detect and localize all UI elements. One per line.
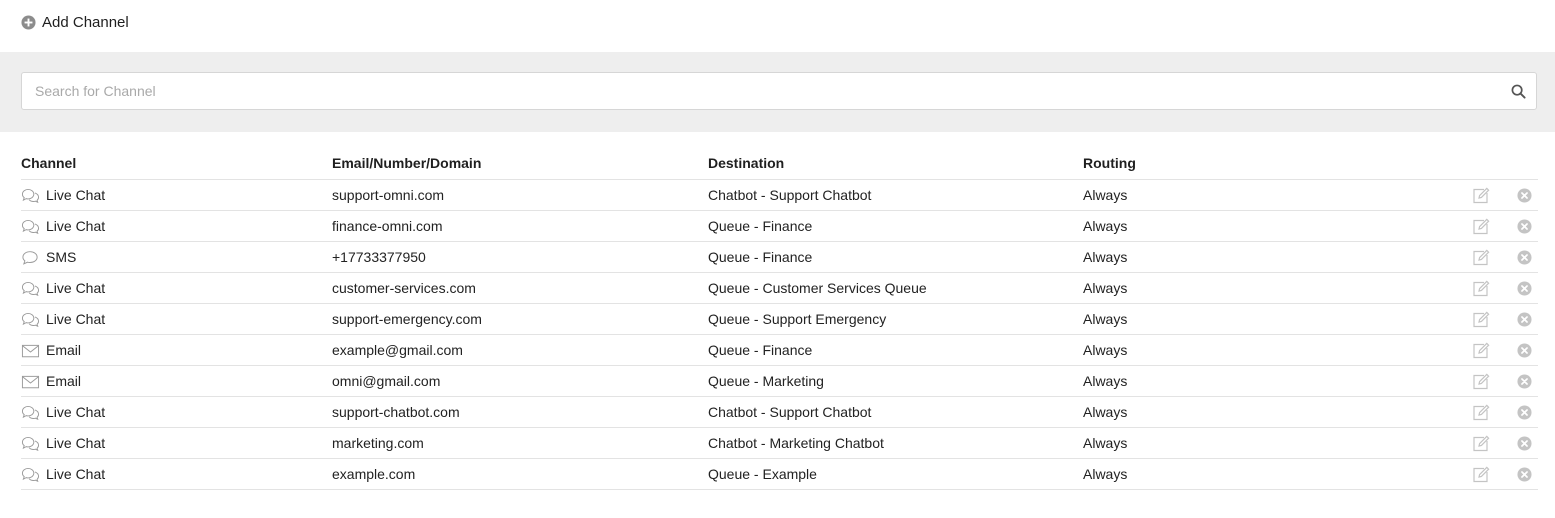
cell-destination: Queue - Support Emergency bbox=[708, 311, 887, 327]
cell-destination: Chatbot - Support Chatbot bbox=[708, 187, 872, 203]
delete-icon[interactable] bbox=[1517, 250, 1532, 265]
cell-contact: marketing.com bbox=[332, 435, 424, 451]
table-row: Email example@gmail.com Queue - Finance Alw… bbox=[21, 335, 1538, 366]
table-body: Live Chat support-omni.com Chatbot - Suppo… bbox=[21, 180, 1538, 490]
cell-destination: Queue - Marketing bbox=[708, 373, 824, 389]
cell-destination: Queue - Finance bbox=[708, 342, 813, 358]
cell-routing: Always bbox=[1083, 280, 1128, 296]
edit-icon[interactable] bbox=[1472, 218, 1490, 235]
envelope-icon bbox=[21, 343, 40, 359]
chat-bubbles-icon bbox=[21, 312, 40, 328]
cell-destination: Queue - Example bbox=[708, 466, 817, 482]
cell-routing: Always bbox=[1083, 249, 1128, 265]
cell-channel: Live Chat bbox=[46, 187, 106, 203]
table-row: Live Chat example.com Queue - Example Alway… bbox=[21, 459, 1538, 490]
edit-icon[interactable] bbox=[1472, 435, 1490, 452]
search-box bbox=[21, 72, 1537, 110]
cell-channel: Email bbox=[46, 342, 82, 358]
cell-contact: customer-services.com bbox=[332, 280, 476, 296]
cell-contact: +17733377950 bbox=[332, 249, 426, 265]
plus-circle-icon bbox=[21, 14, 36, 30]
cell-routing: Always bbox=[1083, 435, 1128, 451]
edit-icon[interactable] bbox=[1472, 404, 1490, 421]
search-icon[interactable] bbox=[1511, 84, 1526, 99]
cell-contact: finance-omni.com bbox=[332, 218, 443, 234]
cell-routing: Always bbox=[1083, 404, 1128, 420]
header-channel: Channel bbox=[21, 155, 77, 171]
edit-icon[interactable] bbox=[1472, 466, 1490, 483]
cell-channel: Live Chat bbox=[46, 280, 106, 296]
table-row: Live Chat support-emergency.com Queue - Su… bbox=[21, 304, 1538, 335]
channels-table: Channel Email/Number/Domain Destination … bbox=[21, 148, 1538, 490]
add-channel-label: Add Channel bbox=[42, 13, 129, 31]
cell-contact: support-chatbot.com bbox=[332, 404, 460, 420]
cell-channel: SMS bbox=[46, 249, 77, 265]
chat-bubbles-icon bbox=[21, 188, 40, 204]
header-contact: Email/Number/Domain bbox=[332, 155, 482, 171]
cell-routing: Always bbox=[1083, 342, 1128, 358]
table-header: Channel Email/Number/Domain Destination … bbox=[21, 148, 1538, 180]
edit-icon[interactable] bbox=[1472, 187, 1490, 204]
cell-channel: Email bbox=[46, 373, 82, 389]
header-routing: Routing bbox=[1083, 155, 1136, 171]
chat-bubbles-icon bbox=[21, 219, 40, 235]
table-row: Live Chat support-omni.com Chatbot - Suppo… bbox=[21, 180, 1538, 211]
table-row: Email omni@gmail.com Queue - Marketing Alwa… bbox=[21, 366, 1538, 397]
delete-icon[interactable] bbox=[1517, 405, 1532, 420]
table-row: Live Chat finance-omni.com Queue - Finance… bbox=[21, 211, 1538, 242]
chat-bubbles-icon bbox=[21, 436, 40, 452]
delete-icon[interactable] bbox=[1517, 219, 1532, 234]
cell-contact: omni@gmail.com bbox=[332, 373, 441, 389]
delete-icon[interactable] bbox=[1517, 436, 1532, 451]
delete-icon[interactable] bbox=[1517, 467, 1532, 482]
cell-channel: Live Chat bbox=[46, 435, 106, 451]
cell-destination: Queue - Finance bbox=[708, 218, 813, 234]
envelope-icon bbox=[21, 374, 40, 390]
search-input[interactable] bbox=[22, 73, 1492, 109]
add-channel-button[interactable]: Add Channel bbox=[21, 12, 129, 32]
table-row: Live Chat support-chatbot.com Chatbot - Su… bbox=[21, 397, 1538, 428]
cell-destination: Chatbot - Support Chatbot bbox=[708, 404, 872, 420]
cell-routing: Always bbox=[1083, 187, 1128, 203]
cell-channel: Live Chat bbox=[46, 404, 106, 420]
header-destination: Destination bbox=[708, 155, 785, 171]
sms-bubble-icon bbox=[21, 250, 40, 266]
cell-routing: Always bbox=[1083, 311, 1128, 327]
chat-bubbles-icon bbox=[21, 405, 40, 421]
edit-icon[interactable] bbox=[1472, 373, 1490, 390]
delete-icon[interactable] bbox=[1517, 343, 1532, 358]
cell-channel: Live Chat bbox=[46, 218, 106, 234]
table-row: Live Chat marketing.com Chatbot - Marketin… bbox=[21, 428, 1538, 459]
cell-routing: Always bbox=[1083, 218, 1128, 234]
cell-routing: Always bbox=[1083, 466, 1128, 482]
delete-icon[interactable] bbox=[1517, 188, 1532, 203]
cell-contact: support-emergency.com bbox=[332, 311, 482, 327]
cell-contact: example@gmail.com bbox=[332, 342, 463, 358]
delete-icon[interactable] bbox=[1517, 281, 1532, 296]
chat-bubbles-icon bbox=[21, 281, 40, 297]
cell-destination: Queue - Customer Services Queue bbox=[708, 280, 927, 296]
edit-icon[interactable] bbox=[1472, 249, 1490, 266]
cell-destination: Queue - Finance bbox=[708, 249, 813, 265]
search-bar bbox=[0, 52, 1555, 132]
cell-destination: Chatbot - Marketing Chatbot bbox=[708, 435, 884, 451]
delete-icon[interactable] bbox=[1517, 374, 1532, 389]
table-row: Live Chat customer-services.com Queue - Cu… bbox=[21, 273, 1538, 304]
delete-icon[interactable] bbox=[1517, 312, 1532, 327]
cell-contact: support-omni.com bbox=[332, 187, 445, 203]
table-row: SMS +17733377950 Queue - Finance Always bbox=[21, 242, 1538, 273]
edit-icon[interactable] bbox=[1472, 280, 1490, 297]
chat-bubbles-icon bbox=[21, 467, 40, 483]
edit-icon[interactable] bbox=[1472, 342, 1490, 359]
cell-channel: Live Chat bbox=[46, 311, 106, 327]
cell-channel: Live Chat bbox=[46, 466, 106, 482]
edit-icon[interactable] bbox=[1472, 311, 1490, 328]
cell-routing: Always bbox=[1083, 373, 1128, 389]
cell-contact: example.com bbox=[332, 466, 416, 482]
